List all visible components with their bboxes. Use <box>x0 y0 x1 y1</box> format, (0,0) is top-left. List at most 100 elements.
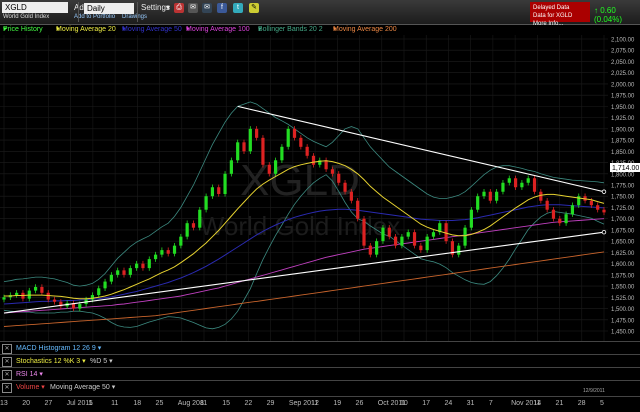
y-tick-label: 1,725.00 <box>611 206 635 212</box>
y-tick-label: 1,625.00 <box>611 251 635 257</box>
y-tick-label: 1,950.00 <box>611 105 635 111</box>
y-tick-label: 1,750.00 <box>611 195 635 201</box>
note-icon[interactable]: t <box>233 3 243 13</box>
candle-body <box>400 236 404 246</box>
y-tick-label: 1,650.00 <box>611 240 635 246</box>
up-arrow-icon: ↑ <box>594 6 598 15</box>
chevron-down-icon[interactable]: ▾ <box>166 3 170 12</box>
candle-body <box>381 227 385 242</box>
add-to-portfolio-link[interactable]: Add to Portfolio <box>74 14 115 20</box>
x-tick-label: 5 <box>88 400 93 407</box>
symbol-input[interactable]: XGLD <box>2 2 68 13</box>
legend-label: Bollinger Bands 20 2 <box>258 26 323 33</box>
candle-body <box>210 187 215 197</box>
close-icon[interactable]: ✕ <box>2 344 12 354</box>
y-tick-label: 1,900.00 <box>611 127 635 133</box>
y-tick-label: 1,525.00 <box>611 296 635 302</box>
candle-body <box>532 178 537 192</box>
x-tick-label: 27 <box>44 400 53 407</box>
y-tick-label: 1,675.00 <box>611 228 635 234</box>
candle-body <box>305 146 309 156</box>
panel-name: RSI 14 <box>16 371 38 378</box>
y-tick-label: 2,025.00 <box>611 71 635 77</box>
legend-ma100[interactable]: Moving Average 100 ▾ <box>186 25 250 35</box>
panel-stochastics[interactable]: ✕ Stochastics 12 %K 3 ▾ %D 5 ▾ <box>0 354 640 368</box>
delayed-title: Delayed Data <box>533 5 570 11</box>
delayed-data-notice[interactable]: Delayed Data Data for XGLD More Info... <box>530 2 590 27</box>
x-axis: 13 20 27 Jul 2011 5 11 18 25 Aug 2011 8 15 22 29 Sep … <box>0 396 640 412</box>
indicator-legend: Price History ▾ Moving Average 20 ▾ Movi… <box>0 25 640 35</box>
drawings-link[interactable]: Drawings <box>122 14 147 20</box>
panel-label[interactable]: Volume ▾ <box>16 381 45 394</box>
legend-ma50[interactable]: Moving Average 50 ▾ <box>122 25 182 35</box>
y-tick-label: 1,775.00 <box>611 184 635 190</box>
candle-body <box>495 191 499 201</box>
candle-body <box>122 270 126 275</box>
candle-body <box>545 200 549 210</box>
candle-body <box>457 245 461 255</box>
candle-body <box>311 155 316 165</box>
legend-price-history[interactable]: Price History ▾ <box>3 25 43 35</box>
panel-rsi[interactable]: ✕ RSI 14 ▾ <box>0 367 640 381</box>
candle-body <box>166 250 170 254</box>
candle-body <box>526 178 530 183</box>
star-icon[interactable]: ✎ <box>249 3 259 13</box>
print-icon[interactable]: ⎙ <box>174 3 184 13</box>
candle-body <box>570 205 575 215</box>
close-icon[interactable]: ✕ <box>2 370 12 380</box>
candle-body <box>292 128 297 138</box>
close-icon[interactable]: ✕ <box>2 357 12 367</box>
candle-body <box>128 268 132 275</box>
candle-body <box>116 270 120 275</box>
x-tick-label: 11 <box>111 400 119 407</box>
x-tick-label: 29 <box>266 400 275 407</box>
facebook-icon[interactable]: ✉ <box>202 3 212 13</box>
candle-body <box>46 292 50 300</box>
y-tick-label: 1,475.00 <box>611 318 635 324</box>
y-tick-label: 1,875.00 <box>611 139 635 145</box>
panel-volume[interactable]: ✕ Volume ▾ Moving Average 50 ▾ <box>0 380 640 394</box>
candle-body <box>330 169 335 174</box>
candle-body <box>2 297 6 300</box>
candle-body <box>343 182 347 192</box>
x-tick-label: 19 <box>333 400 342 407</box>
x-tick-label: 5 <box>600 400 604 407</box>
x-tick-label: 20 <box>22 400 31 407</box>
legend-label: Moving Average 200 <box>333 26 397 33</box>
candle-body <box>261 137 265 165</box>
candle-body <box>564 214 568 224</box>
trend-line-handle <box>601 189 607 194</box>
panel-name: MACD Histogram 12 26 9 <box>16 345 96 352</box>
panel-macd[interactable]: ✕ MACD Histogram 12 26 9 ▾ <box>0 341 640 355</box>
candle-body <box>217 187 221 194</box>
candle-body <box>349 191 353 201</box>
candle-body <box>469 209 473 228</box>
x-tick-label: 28 <box>577 400 586 407</box>
price-chart[interactable]: XGLD World Gold Index 2,100.002,075.002,… <box>0 35 640 341</box>
legend-bollinger[interactable]: Bollinger Bands 20 2 ▾ <box>258 25 323 35</box>
candle-body <box>179 236 183 246</box>
panel-extra[interactable]: Moving Average 50 ▾ <box>50 381 115 394</box>
candle-body <box>476 196 480 210</box>
y-tick-label: 1,850.00 <box>611 150 635 156</box>
candle-body <box>103 281 107 289</box>
legend-ma200[interactable]: Moving Average 200 ▾ <box>333 25 397 35</box>
candle-body <box>337 173 341 183</box>
candle-body <box>501 182 505 192</box>
y-tick-label: 1,700.00 <box>611 217 635 223</box>
legend-label: Price History <box>3 26 43 33</box>
legend-ma20[interactable]: Moving Average 20 ▾ <box>56 25 116 35</box>
candle-body <box>185 223 189 237</box>
email-icon[interactable]: ✉ <box>188 3 198 13</box>
close-icon[interactable]: ✕ <box>2 383 12 393</box>
x-tick-label: 25 <box>155 400 164 407</box>
candle-body <box>406 232 410 237</box>
twitter-icon[interactable]: f <box>217 3 227 13</box>
candle-body <box>78 304 82 309</box>
candle-body <box>160 250 164 255</box>
last-price-label: 1,714.00 <box>612 165 639 172</box>
trend-line-handle <box>601 229 607 235</box>
candle-body <box>589 200 593 206</box>
y-tick-label: 2,050.00 <box>611 60 635 66</box>
chevron-down-icon[interactable]: ▾ <box>126 3 130 12</box>
